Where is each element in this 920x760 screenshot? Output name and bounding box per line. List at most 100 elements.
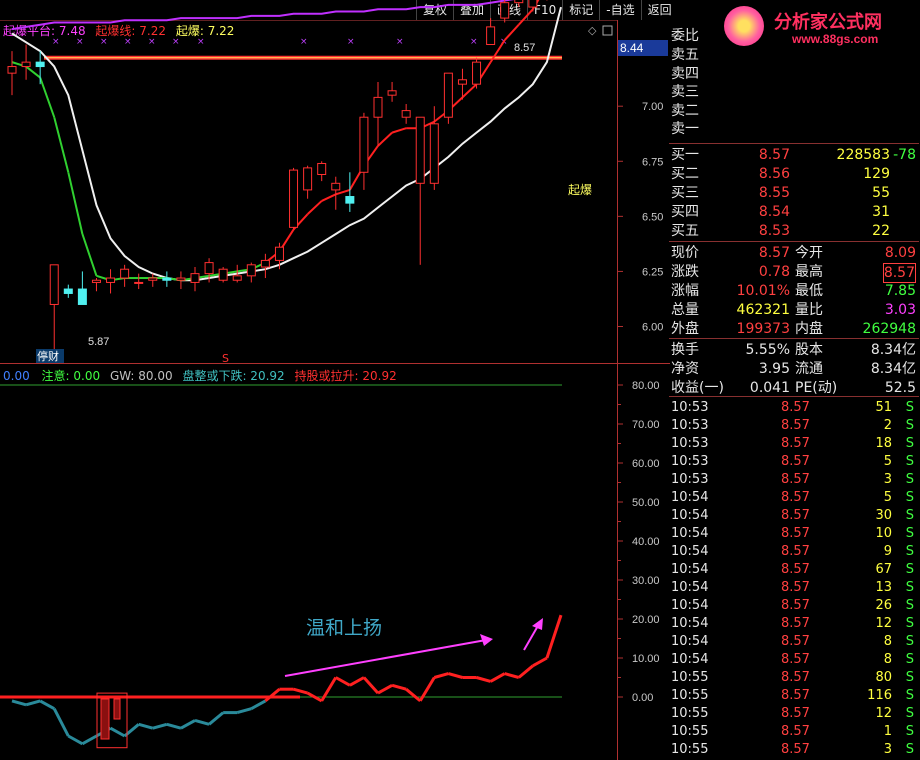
tick-side: S <box>905 742 914 757</box>
indicator-tick-label: 50.00 <box>632 497 660 509</box>
tick-row[interactable]: 10:55 8.57 3 S <box>671 741 918 759</box>
tick-row[interactable]: 10:54 8.57 10 S <box>671 525 918 543</box>
candle-body <box>457 79 467 85</box>
buy-row[interactable]: 买四 8.54 31 <box>671 203 918 221</box>
candle-body <box>429 123 439 184</box>
tick-side: S <box>905 418 914 433</box>
tick-time: 10:54 <box>671 616 709 631</box>
tick-price: 8.57 <box>781 400 810 415</box>
tick-volume: 8 <box>883 634 892 649</box>
tick-volume: 18 <box>875 436 892 451</box>
tick-row[interactable]: 10:53 8.57 51 S <box>671 399 918 417</box>
tick-time: 10:54 <box>671 562 709 577</box>
tick-row[interactable]: 10:54 8.57 5 S <box>671 489 918 507</box>
stat-value-left: 199373 <box>736 321 790 337</box>
tick-volume: 5 <box>883 454 892 469</box>
buy-label: 买三 <box>671 185 699 201</box>
candle-body <box>91 279 101 283</box>
tick-side: S <box>905 652 914 667</box>
low-highlight-bar <box>113 698 121 720</box>
tick-row[interactable]: 10:54 8.57 12 S <box>671 615 918 633</box>
indicator-segment <box>11 699 27 707</box>
buy-row[interactable]: 买五 8.53 22 <box>671 222 918 240</box>
tick-side: S <box>905 526 914 541</box>
tick-row[interactable]: 10:54 8.57 8 S <box>671 633 918 651</box>
sell-label: 卖三 <box>671 84 699 100</box>
tick-row[interactable]: 10:55 8.57 80 S <box>671 669 918 687</box>
candle-body <box>77 288 87 305</box>
tick-volume: 12 <box>875 616 892 631</box>
tick-row[interactable]: 10:54 8.57 67 S <box>671 561 918 579</box>
indicator-segment <box>349 676 365 687</box>
tick-volume: 116 <box>867 688 892 703</box>
tick-row[interactable]: 10:54 8.57 26 S <box>671 597 918 615</box>
tick-row[interactable]: 10:53 8.57 5 S <box>671 453 918 471</box>
buy-price: 8.53 <box>758 223 790 239</box>
stat2-label-right: 股本 <box>795 342 823 358</box>
tick-price: 8.57 <box>781 526 810 541</box>
buy-volume: 55 <box>872 185 890 201</box>
indicator-segment <box>194 718 210 726</box>
stat-label-right: 最低 <box>795 283 823 299</box>
stat-value-left: 8.57 <box>758 245 790 261</box>
stat-value-right: 7.85 <box>884 283 916 299</box>
indicator-tick-label: 70.00 <box>632 419 660 431</box>
indicator-segment <box>52 708 70 737</box>
qibao-label: 起爆 <box>568 183 592 197</box>
tick-time: 10:55 <box>671 724 709 739</box>
top-x-marker: × <box>52 37 60 47</box>
top-x-marker: × <box>172 37 180 47</box>
tick-time: 10:55 <box>671 706 709 721</box>
tick-time: 10:55 <box>671 688 709 703</box>
stat-label-right: 内盘 <box>795 321 823 337</box>
ma-trend-segment <box>25 65 41 79</box>
buy-row[interactable]: 买三 8.55 55 <box>671 184 918 202</box>
price-tick-label: 6.50 <box>642 211 663 223</box>
buy-row[interactable]: 买一 8.57 228583 -78 <box>671 146 918 164</box>
sell-row: 卖一 <box>671 120 918 138</box>
tick-row[interactable]: 10:55 8.57 1 S <box>671 723 918 741</box>
low-highlight-bar <box>100 698 110 740</box>
tick-price: 8.57 <box>781 436 810 451</box>
ma-trend-segment <box>67 172 84 235</box>
tick-row[interactable]: 10:54 8.57 9 S <box>671 543 918 561</box>
tick-volume: 5 <box>883 490 892 505</box>
tick-side: S <box>905 508 914 523</box>
tick-row[interactable]: 10:53 8.57 18 S <box>671 435 918 453</box>
tick-price: 8.57 <box>781 706 810 721</box>
tick-row[interactable]: 10:55 8.57 12 S <box>671 705 918 723</box>
chart-area[interactable]: 8.258.007.757.507.257.006.756.506.256.00… <box>0 0 670 760</box>
candle-body <box>331 182 341 191</box>
tick-row[interactable]: 10:54 8.57 30 S <box>671 507 918 525</box>
buy-volume: 22 <box>872 223 890 239</box>
candle-body <box>49 264 59 305</box>
candle-body <box>472 61 482 85</box>
tick-price: 8.57 <box>781 598 810 613</box>
indicator-segment <box>447 672 463 679</box>
s-marker: S <box>222 352 229 365</box>
candle-body <box>373 96 383 118</box>
stat2-value-right: 52.5 <box>884 380 916 396</box>
candle-body <box>218 268 228 281</box>
tick-row[interactable]: 10:54 8.57 13 S <box>671 579 918 597</box>
tick-price: 8.57 <box>781 652 810 667</box>
candle-body <box>486 26 496 46</box>
stats2-row: 收益(一) 0.041 PE(动) 52.5 <box>671 379 918 397</box>
tick-volume: 1 <box>883 724 892 739</box>
indicator-segment <box>405 688 422 703</box>
tick-time: 10:54 <box>671 580 709 595</box>
tick-row[interactable]: 10:54 8.57 8 S <box>671 651 918 669</box>
candle-body <box>204 262 214 275</box>
tick-price: 8.57 <box>781 688 810 703</box>
candle-body <box>289 169 299 228</box>
buy-label: 买一 <box>671 147 699 163</box>
tick-time: 10:54 <box>671 544 709 559</box>
tick-price: 8.57 <box>781 634 810 649</box>
ma-trend-segment <box>391 127 407 134</box>
buy-row[interactable]: 买二 8.56 129 <box>671 165 918 183</box>
tick-row[interactable]: 10:53 8.57 2 S <box>671 417 918 435</box>
ma-trend-segment <box>461 83 478 99</box>
tick-row[interactable]: 10:53 8.57 3 S <box>671 471 918 489</box>
tick-price: 8.57 <box>781 580 810 595</box>
tick-row[interactable]: 10:55 8.57 116 S <box>671 687 918 705</box>
